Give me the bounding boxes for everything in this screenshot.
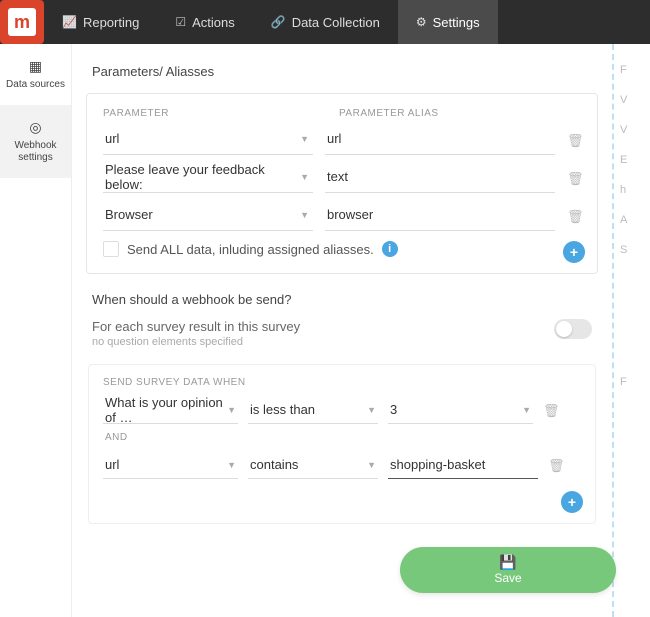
- gear-icon: ⚙: [416, 15, 427, 29]
- save-label: Save: [494, 571, 521, 585]
- select-value: What is your opinion of …: [105, 395, 224, 425]
- send-all-label: Send ALL data, inluding assigned aliasse…: [127, 242, 374, 257]
- condition-op-select[interactable]: contains ▼: [248, 453, 378, 479]
- condition-field-select[interactable]: What is your opinion of … ▼: [103, 398, 238, 424]
- nav-settings[interactable]: ⚙ Settings: [398, 0, 498, 44]
- target-icon: ◎: [29, 119, 41, 136]
- param-row: Browser ▼ 🗑: [103, 203, 581, 231]
- param-select-value: Browser: [105, 207, 153, 222]
- right-peek-panel: F V V E h A S F: [612, 44, 650, 617]
- sidebar-item-label: Webhook settings: [4, 140, 67, 164]
- conditions-card: SEND SURVEY DATA WHEN What is your opini…: [88, 364, 596, 524]
- peek-letter: S: [620, 244, 644, 256]
- param-row: Please leave your feedback below: ▼ 🗑: [103, 165, 581, 193]
- peek-letter: E: [620, 154, 644, 166]
- param-select-value: url: [105, 131, 119, 146]
- select-value: is less than: [250, 402, 315, 417]
- sidebar-item-label: Data sources: [6, 79, 65, 91]
- condition-op-select[interactable]: is less than ▼: [248, 398, 378, 424]
- select-value: contains: [250, 457, 298, 472]
- parameters-card: PARAMETER PARAMETER ALIAS url ▼ 🗑 Please…: [86, 93, 598, 274]
- chevron-down-icon: ▼: [300, 210, 309, 220]
- select-value: url: [105, 457, 119, 472]
- brand-logo[interactable]: m: [0, 0, 44, 44]
- grid-icon: ▦: [29, 58, 42, 75]
- condition-field-select[interactable]: url ▼: [103, 453, 238, 479]
- col-header-alias: PARAMETER ALIAS: [339, 108, 581, 119]
- alias-input[interactable]: [325, 203, 555, 231]
- conditions-header: SEND SURVEY DATA WHEN: [103, 377, 581, 388]
- param-row: url ▼ 🗑: [103, 127, 581, 155]
- chevron-down-icon: ▼: [522, 405, 531, 415]
- peek-letter: V: [620, 94, 644, 106]
- peek-letter: A: [620, 214, 644, 226]
- nav-data-collection[interactable]: 🔗 Data Collection: [253, 0, 398, 44]
- chart-icon: 📈: [62, 15, 77, 29]
- when-title: When should a webhook be send?: [92, 292, 598, 307]
- nav-reporting[interactable]: 📈 Reporting: [44, 0, 157, 44]
- sidebar-item-data-sources[interactable]: ▦ Data sources: [0, 44, 71, 105]
- when-note: no question elements specified: [92, 336, 300, 348]
- info-icon[interactable]: i: [382, 241, 398, 257]
- save-button[interactable]: 💾 Save: [400, 547, 616, 593]
- condition-value-input[interactable]: [388, 453, 538, 479]
- param-select[interactable]: url ▼: [103, 127, 313, 155]
- peek-letter: V: [620, 124, 644, 136]
- toggle-knob: [556, 321, 572, 337]
- alias-input[interactable]: [325, 127, 555, 155]
- nav-label: Reporting: [83, 15, 139, 30]
- nav-label: Settings: [433, 15, 480, 30]
- link-icon: 🔗: [271, 15, 286, 29]
- condition-value-select[interactable]: 3 ▼: [388, 398, 533, 424]
- chevron-down-icon: ▼: [367, 460, 376, 470]
- condition-row: What is your opinion of … ▼ is less than…: [103, 398, 581, 424]
- floppy-icon: 💾: [499, 555, 516, 569]
- add-parameter-button[interactable]: +: [563, 241, 585, 263]
- alias-input[interactable]: [325, 165, 555, 193]
- peek-letter: F: [620, 64, 644, 76]
- add-condition-button[interactable]: +: [561, 491, 583, 513]
- and-label: AND: [105, 432, 581, 443]
- brand-letter: m: [8, 8, 36, 36]
- param-select[interactable]: Browser ▼: [103, 203, 313, 231]
- peek-letter: h: [620, 184, 644, 196]
- nav-label: Actions: [192, 15, 235, 30]
- param-select[interactable]: Please leave your feedback below: ▼: [103, 165, 313, 193]
- param-select-value: Please leave your feedback below:: [105, 162, 299, 192]
- send-all-checkbox[interactable]: [103, 241, 119, 257]
- select-value: 3: [390, 402, 397, 417]
- nav-label: Data Collection: [292, 15, 380, 30]
- col-header-parameter: PARAMETER: [103, 108, 323, 119]
- chevron-down-icon: ▼: [227, 405, 236, 415]
- trash-icon[interactable]: 🗑: [567, 171, 581, 187]
- page-subtitle: Parameters/ Aliasses: [92, 64, 598, 79]
- checklist-icon: ☑: [175, 15, 186, 29]
- chevron-down-icon: ▼: [300, 172, 309, 182]
- chevron-down-icon: ▼: [367, 405, 376, 415]
- trash-icon[interactable]: 🗑: [567, 209, 581, 225]
- chevron-down-icon: ▼: [227, 460, 236, 470]
- trash-icon[interactable]: 🗑: [548, 458, 562, 474]
- sidebar-item-webhook-settings[interactable]: ◎ Webhook settings: [0, 105, 71, 178]
- nav-actions[interactable]: ☑ Actions: [157, 0, 252, 44]
- condition-row: url ▼ contains ▼ 🗑: [103, 453, 581, 479]
- when-line1: For each survey result in this survey: [92, 319, 300, 334]
- trash-icon[interactable]: 🗑: [543, 403, 557, 419]
- each-result-toggle[interactable]: [554, 319, 592, 339]
- trash-icon[interactable]: 🗑: [567, 133, 581, 149]
- peek-letter: F: [620, 376, 644, 388]
- chevron-down-icon: ▼: [300, 134, 309, 144]
